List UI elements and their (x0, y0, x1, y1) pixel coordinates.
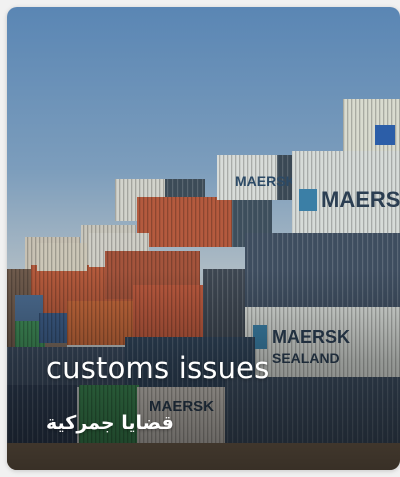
svg-text:MAERSK: MAERSK (321, 187, 400, 212)
card-title: customs issues (46, 351, 270, 385)
svg-text:MAERSK: MAERSK (235, 173, 296, 189)
customs-issues-card[interactable]: MAERSK MAERSK (7, 7, 400, 470)
card-subtitle-arabic: قضايا جمركية (46, 412, 174, 434)
